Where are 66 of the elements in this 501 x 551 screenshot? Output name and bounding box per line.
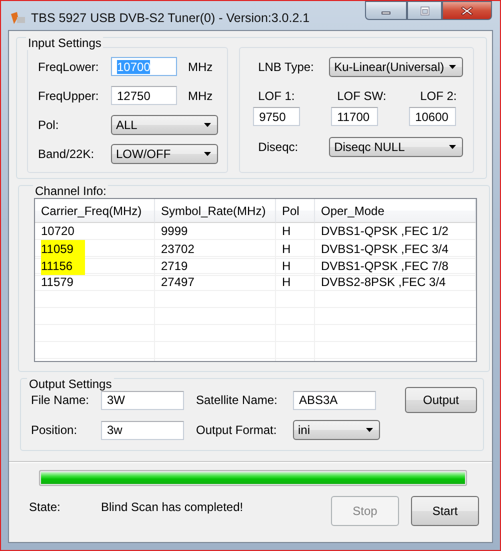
table-cell: DVBS1-QPSK ,FEC 3/4 [315,240,476,259]
input-field[interactable]: 3w [101,420,184,440]
column-header[interactable]: Symbol_Rate(MHz) [155,199,276,223]
caret-icon [204,152,211,156]
field-label: FreqLower: [38,60,100,74]
field-label: Pol: [38,118,60,132]
window-title: TBS 5927 USB DVB-S2 Tuner(0) - Version:3.0.2.1 [31,11,310,25]
input-field[interactable]: 12750 [111,86,177,105]
group-title: Output Settings [27,377,114,391]
field-label: Position: [31,423,78,437]
field-label: LNB Type: [257,60,315,74]
state-label: State: [29,500,62,514]
field-label: MHz [188,88,213,102]
table-cell: 11156 [41,257,85,275]
field-label: File Name: [31,393,90,407]
field-label: LOF SW: [336,89,388,103]
table-cell: 27497 [155,274,276,291]
table-cell: 11579 [41,275,74,289]
field-label: Output Format: [196,423,278,437]
field-label: MHz [188,60,213,74]
table-cell: H [276,240,315,259]
dropdown[interactable]: ALL [111,114,218,134]
action-button[interactable]: Start [411,496,479,526]
table-cell: 10720 [41,224,74,238]
input-field[interactable]: ABS3A [293,390,376,410]
input-field[interactable]: 10600 [409,107,456,126]
table-cell: H [276,274,315,291]
table-cell: DVBS2-8PSK ,FEC 3/4 [315,274,476,291]
input-field[interactable]: 3W [101,390,184,410]
caret-icon [449,145,456,149]
table-cell: 11059 [41,240,86,258]
field-label: Band/22K: [38,146,96,160]
close-icon [460,6,474,16]
table-cell: H [276,257,315,276]
column-header[interactable]: Pol [276,199,315,223]
table-cell: H [276,223,315,240]
close-button[interactable] [442,1,492,20]
table-cell: 23702 [155,240,276,259]
app-logo-icon [11,12,25,24]
dropdown[interactable]: Ku-Linear(Universal) [329,57,464,77]
output-button[interactable]: Output [405,387,477,413]
caret-icon [366,428,373,432]
maximize-icon [418,6,432,16]
caret-icon [204,122,211,126]
column-header[interactable]: Oper_Mode [315,199,476,223]
group-title: Channel Info: [33,184,108,198]
maximize-button[interactable] [407,1,442,20]
minimize-button[interactable] [365,1,407,20]
status-text: Blind Scan has completed! [101,500,244,514]
field-label: FreqUpper: [38,88,100,102]
column-header[interactable]: Carrier_Freq(MHz) [35,199,155,223]
field-label: Satellite Name: [196,393,278,407]
table-cell: DVBS1-QPSK ,FEC 1/2 [315,223,476,240]
group-title: Input Settings [26,36,104,50]
dropdown[interactable]: LOW/OFF [111,144,218,164]
caret-icon [449,65,456,69]
dropdown[interactable]: Diseqc NULL [329,137,464,157]
input-field[interactable]: 11700 [331,107,378,126]
field-label: LOF 2: [420,89,457,103]
table-cell: 9999 [155,223,276,240]
table-cell: 2719 [155,257,276,276]
field-label: LOF 1: [257,89,296,103]
dropdown[interactable]: ini [293,420,380,440]
field-label: Diseqc: [257,140,300,154]
table-cell: DVBS1-QPSK ,FEC 7/8 [315,257,476,276]
input-field[interactable]: 9750 [253,107,300,126]
